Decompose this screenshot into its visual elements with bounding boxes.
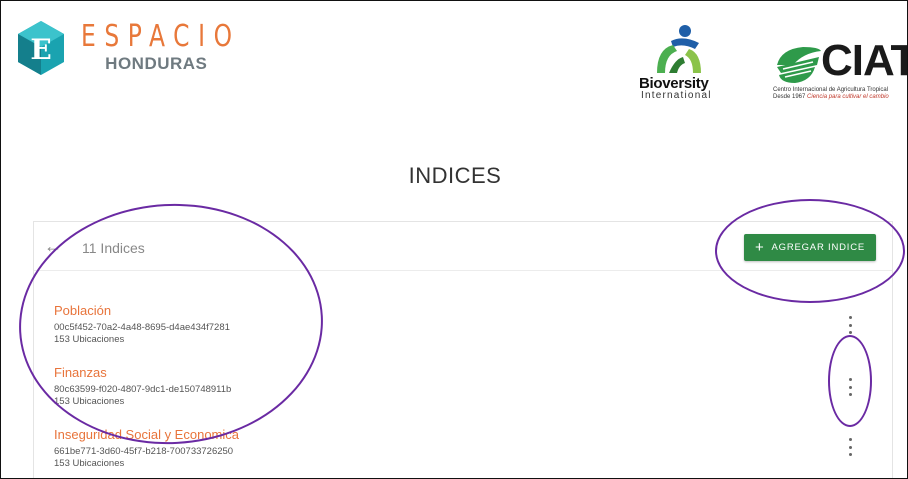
svg-text:E: E	[30, 33, 51, 66]
bioversity-subtitle: International	[641, 90, 712, 101]
index-name[interactable]: Población	[54, 304, 230, 318]
index-locations: 153 Ubicaciones	[54, 396, 125, 407]
espacio-subtitle: HONDURAS	[105, 54, 208, 73]
index-locations: 153 Ubicaciones	[54, 458, 125, 469]
more-vert-icon[interactable]	[846, 378, 854, 396]
list-item[interactable]: Inseguridad Social y Economica 661be771-…	[54, 428, 239, 469]
app-frame: E ESPACIO HONDURAS Bioversity Internatio…	[0, 0, 908, 479]
indices-count: 11 Indices	[82, 240, 145, 256]
add-index-button[interactable]: + AGREGAR INDICE	[744, 234, 876, 261]
ciat-leaf-icon	[777, 47, 821, 83]
arrow-left-icon[interactable]: ←	[44, 237, 62, 255]
espacio-title: ESPACIO	[81, 19, 241, 54]
index-locations: 153 Ubicaciones	[54, 334, 125, 345]
list-item[interactable]: Finanzas 80c63599-f020-4807-9dc1-de15074…	[54, 366, 231, 407]
page-title: INDICES	[408, 163, 502, 188]
bioversity-figure-icon	[657, 25, 701, 73]
more-vert-icon[interactable]	[846, 438, 854, 456]
espacio-wordmark: ESPACIO HONDURAS	[81, 22, 246, 74]
index-id: 80c63599-f020-4807-9dc1-de150748911b	[54, 384, 232, 395]
index-name[interactable]: Inseguridad Social y Economica	[54, 428, 239, 442]
ciat-since: Desde 1967	[773, 94, 806, 100]
espacio-hexagon-icon: E	[18, 21, 64, 75]
card-header: ← 11 Indices + AGREGAR INDICE	[34, 222, 892, 271]
ciat-slogan: Ciencia para cultivar el cambio	[807, 94, 889, 100]
ciat-subtitle: Centro Internacional de Agricultura Trop…	[773, 87, 889, 93]
bioversity-logo[interactable]: Bioversity International	[637, 23, 729, 103]
index-id: 00c5f452-70a2-4a48-8695-d4ae434f7281	[54, 322, 230, 333]
add-index-label: AGREGAR INDICE	[771, 242, 866, 253]
index-name[interactable]: Finanzas	[54, 366, 231, 380]
list-item[interactable]: Población 00c5f452-70a2-4a48-8695-d4ae43…	[54, 304, 230, 345]
ciat-wordmark: CIAT	[821, 36, 908, 85]
ciat-tagline: Desde 1967 Ciencia para cultivar el camb…	[773, 94, 889, 100]
index-id: 661be771-3d60-45f7-b218-700733726250	[54, 446, 234, 457]
more-vert-icon[interactable]	[846, 316, 854, 334]
ciat-logo[interactable]: CIAT Centro Internacional de Agricultura…	[769, 36, 908, 103]
indices-card: ← 11 Indices + AGREGAR INDICE Población …	[33, 221, 893, 478]
plus-icon: +	[754, 238, 765, 256]
espacio-honduras-logo[interactable]: E ESPACIO HONDURAS	[15, 19, 246, 77]
